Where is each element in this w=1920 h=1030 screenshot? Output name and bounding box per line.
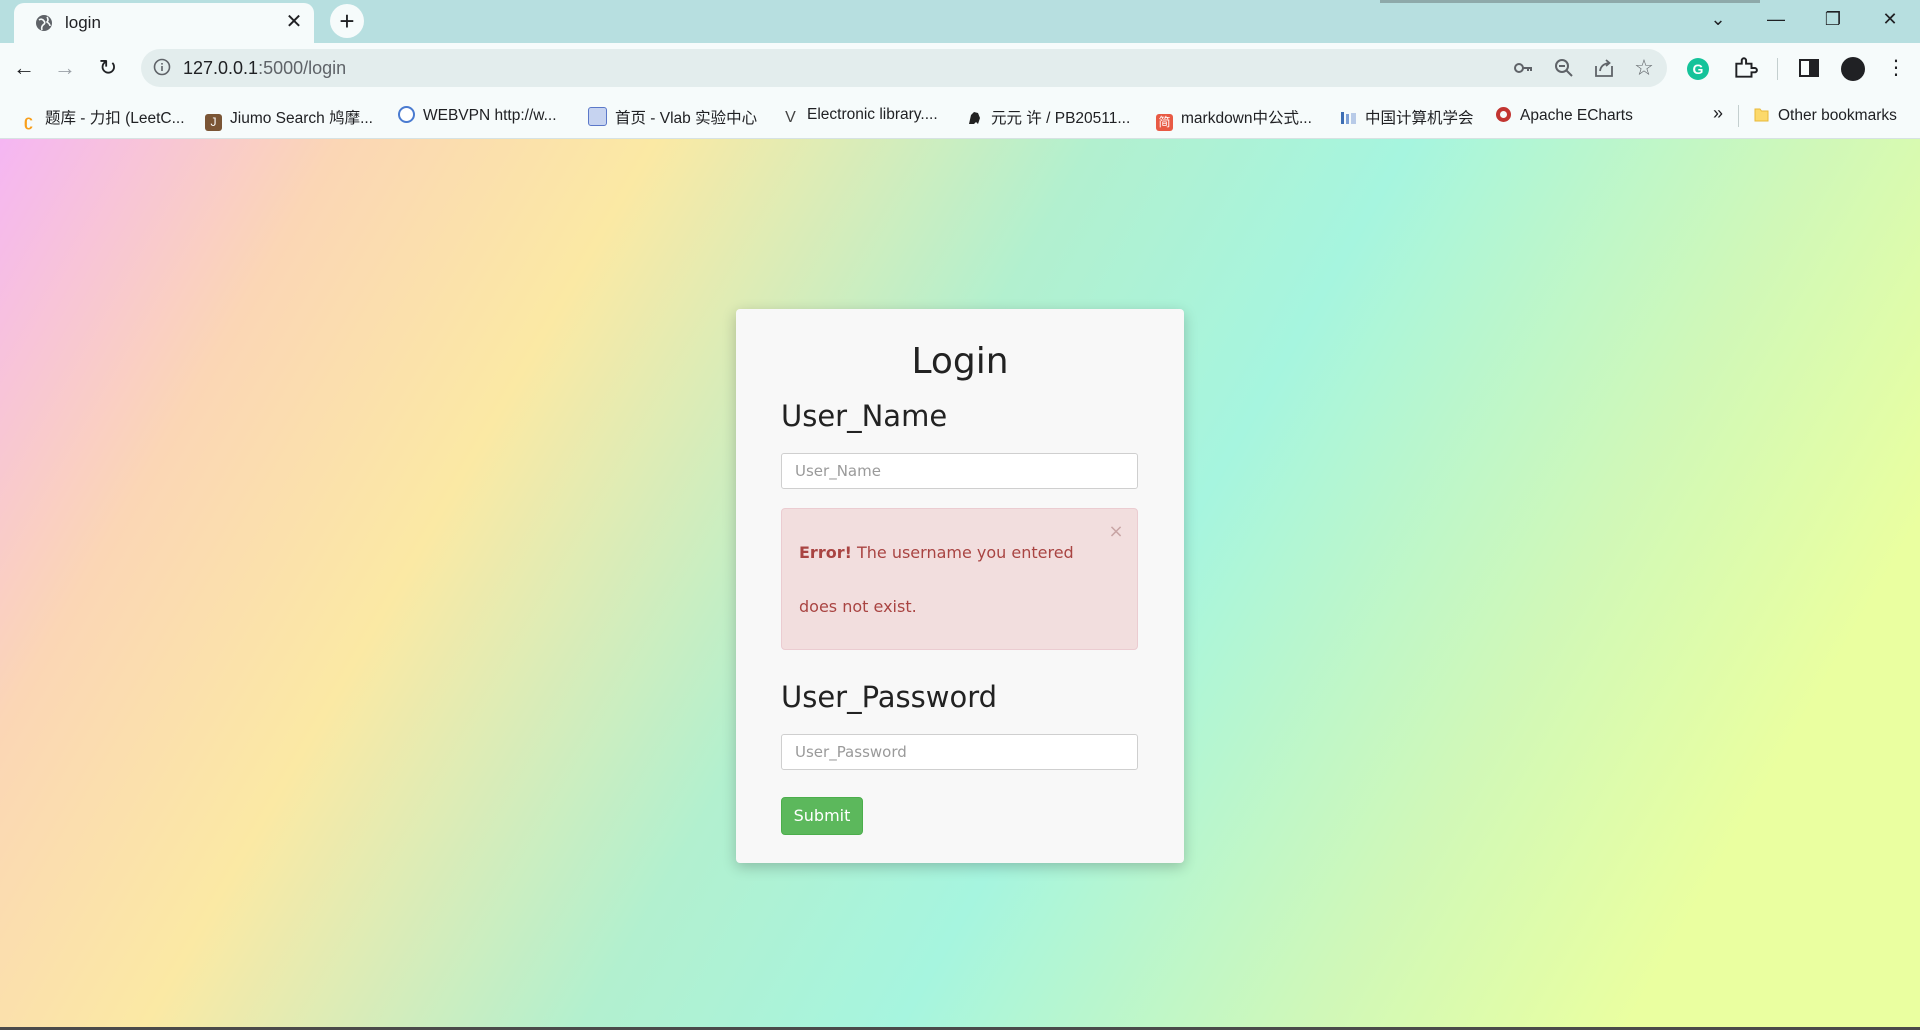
address-url[interactable]: 127.0.0.1:5000/login bbox=[183, 58, 346, 79]
tab-strip: login ✕ + ⌄ — ❐ ✕ bbox=[0, 0, 1920, 43]
bookmark-label: 题库 - 力扣 (LeetC... bbox=[45, 110, 185, 127]
url-path: :5000/login bbox=[258, 58, 347, 78]
profile-avatar[interactable] bbox=[1841, 57, 1865, 81]
forward-button[interactable]: → bbox=[49, 52, 81, 84]
bookmark-label: Jiumo Search 鸠摩... bbox=[230, 110, 373, 127]
echarts-icon bbox=[1496, 107, 1511, 122]
octocat-icon bbox=[969, 112, 980, 124]
bookmark-label: 首页 - Vlab 实验中心 bbox=[615, 110, 758, 127]
url-host: 127.0.0.1 bbox=[183, 58, 259, 78]
bookmark-item[interactable]: 简 markdown中公式... bbox=[1156, 106, 1312, 131]
zoom-out-icon[interactable] bbox=[1552, 56, 1576, 80]
globe-icon bbox=[36, 15, 52, 31]
vlab-icon bbox=[588, 107, 607, 126]
bookmark-star-icon[interactable]: ☆ bbox=[1632, 56, 1656, 80]
elibrary-icon: V bbox=[785, 109, 796, 126]
other-bookmarks-folder[interactable]: Other bookmarks bbox=[1753, 106, 1897, 126]
jiumo-icon: J bbox=[205, 114, 222, 131]
bookmark-item[interactable]: J Jiumo Search 鸠摩... bbox=[205, 106, 373, 131]
bookmarks-overflow-button[interactable]: » bbox=[1713, 103, 1723, 123]
bookmark-item[interactable]: WEBVPN http://w... bbox=[398, 106, 557, 126]
bookmark-label: Electronic library.... bbox=[807, 106, 938, 123]
grammarly-icon[interactable]: G bbox=[1686, 57, 1710, 81]
bookmarks-divider bbox=[1738, 105, 1739, 127]
password-label: User_Password bbox=[781, 680, 998, 714]
bookmark-item[interactable]: ʗ 题库 - 力扣 (LeetC... bbox=[20, 106, 185, 130]
toolbar-divider bbox=[1777, 58, 1778, 80]
share-icon[interactable] bbox=[1592, 56, 1616, 80]
bookmark-item[interactable]: 首页 - Vlab 实验中心 bbox=[588, 106, 758, 127]
address-bar[interactable]: 127.0.0.1:5000/login ☆ bbox=[141, 49, 1667, 87]
folder-icon bbox=[1754, 108, 1769, 122]
back-button[interactable]: ← bbox=[8, 52, 40, 84]
close-tab-icon[interactable]: ✕ bbox=[282, 10, 306, 34]
error-alert: × Error! The username you entered does n… bbox=[781, 508, 1138, 650]
menu-icon[interactable]: ⋮ bbox=[1882, 54, 1910, 82]
bookmark-label: 中国计算机学会 bbox=[1365, 110, 1474, 127]
login-card: Login User_Name × Error! The username yo… bbox=[736, 309, 1184, 863]
sidepanel-icon[interactable] bbox=[1797, 56, 1821, 80]
close-window-button[interactable]: ✕ bbox=[1862, 0, 1918, 38]
alert-error-strong: Error! bbox=[799, 543, 852, 562]
bookmark-label: Apache ECharts bbox=[1520, 107, 1633, 124]
site-info-icon[interactable] bbox=[153, 58, 171, 76]
close-alert-icon[interactable]: × bbox=[1107, 523, 1125, 541]
tab-search-icon[interactable]: ⌄ bbox=[1690, 0, 1746, 38]
username-label: User_Name bbox=[781, 399, 948, 433]
page-background: Login User_Name × Error! The username yo… bbox=[0, 139, 1920, 1030]
bookmark-item[interactable]: Apache ECharts bbox=[1495, 106, 1633, 126]
leetcode-icon: ʗ bbox=[24, 113, 33, 130]
bookmark-item[interactable]: 中国计算机学会 bbox=[1340, 106, 1474, 127]
minimize-button[interactable]: — bbox=[1748, 0, 1804, 38]
bookmark-item[interactable]: V Electronic library.... bbox=[782, 106, 938, 126]
bookmark-label: WEBVPN http://w... bbox=[423, 107, 557, 124]
submit-button[interactable]: Submit bbox=[781, 797, 863, 835]
alert-message-line2: does not exist. bbox=[799, 597, 917, 616]
browser-toolbar: ← → ↻ 127.0.0.1:5000/login ☆ G ⋮ bbox=[0, 43, 1920, 93]
alert-error-text: The username you entered bbox=[851, 543, 1074, 562]
puzzle-icon[interactable] bbox=[1732, 55, 1758, 81]
jianshu-icon: 简 bbox=[1156, 114, 1173, 131]
bookmark-item[interactable]: 元元 许 / PB20511... bbox=[966, 106, 1131, 127]
ccf-icon bbox=[1341, 112, 1356, 124]
grammarly-letter: G bbox=[1693, 61, 1704, 77]
reload-button[interactable]: ↻ bbox=[92, 52, 124, 84]
tab-title: login bbox=[65, 13, 101, 32]
bookmark-label: markdown中公式... bbox=[1181, 110, 1312, 127]
alert-message-line1: Error! The username you entered bbox=[799, 543, 1074, 562]
browser-tab[interactable]: login ✕ bbox=[14, 3, 314, 43]
login-title: Login bbox=[911, 341, 1009, 382]
webvpn-icon bbox=[398, 106, 415, 123]
password-input[interactable] bbox=[781, 734, 1138, 770]
bookmarks-bar: ʗ 题库 - 力扣 (LeetC... J Jiumo Search 鸠摩... W… bbox=[0, 93, 1920, 139]
new-tab-button[interactable]: + bbox=[330, 4, 364, 38]
other-bookmarks-label: Other bookmarks bbox=[1778, 107, 1897, 124]
bookmark-label: 元元 许 / PB20511... bbox=[991, 110, 1131, 127]
restore-button[interactable]: ❐ bbox=[1805, 0, 1861, 38]
username-input[interactable] bbox=[781, 453, 1138, 489]
key-icon[interactable] bbox=[1511, 56, 1535, 80]
